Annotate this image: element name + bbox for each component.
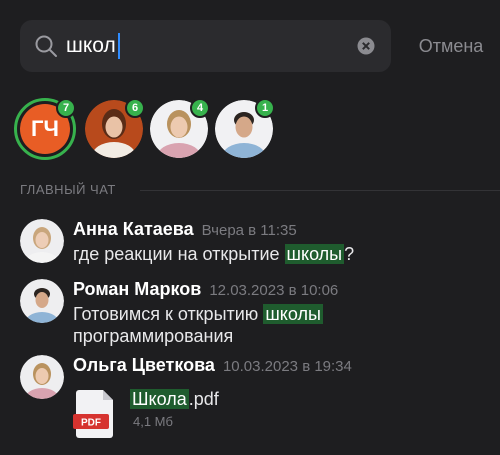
message-time: 12.03.2023 в 10:06 [209, 282, 339, 299]
unread-badge: 4 [190, 98, 210, 118]
contact-4[interactable]: 1 [213, 98, 275, 160]
section-divider [140, 190, 500, 191]
text-part: Готовимся к открытию [73, 304, 264, 324]
message-author: Ольга Цветкова [73, 355, 215, 375]
cancel-button[interactable]: Отмена [410, 33, 492, 59]
search-query-text: школ [66, 34, 116, 57]
message-time: 10.03.2023 в 19:34 [222, 358, 352, 375]
search-input[interactable]: школ [20, 20, 391, 72]
search-result-message[interactable]: Анна Катаева Вчера в 11:35 где реакции на… [20, 219, 490, 265]
search-icon [35, 35, 57, 57]
text-part: программирования [73, 326, 234, 346]
avatar [20, 279, 64, 323]
contacts-row: ГЧ 7 6 4 1 [14, 98, 284, 160]
message-header: Анна Катаева Вчера в 11:35 [73, 219, 297, 240]
pdf-file-icon[interactable]: PDF [73, 389, 117, 439]
unread-badge: 6 [125, 98, 145, 118]
section-title: ГЛАВНЫЙ ЧАТ [20, 182, 116, 197]
message-text: Готовимся к открытию школы программирова… [73, 303, 473, 347]
message-header: Ольга Цветкова 10.03.2023 в 19:34 [73, 355, 352, 376]
file-size: 4,1 Мб [133, 414, 173, 429]
message-header: Роман Марков 12.03.2023 в 10:06 [73, 279, 338, 300]
file-name[interactable]: Школа .pdf [130, 389, 219, 410]
search-result-message[interactable]: Роман Марков 12.03.2023 в 10:06 Готовимся… [20, 279, 490, 347]
search-match: школы [263, 304, 323, 324]
message-text: где реакции на открытие школы? [73, 243, 473, 265]
contact-2[interactable]: 6 [83, 98, 145, 160]
search-screen: школ Отмена ГЧ 7 6 4 1 ГЛАВНЫЙ ЧАТ Анна … [0, 0, 500, 455]
unread-badge: 1 [255, 98, 275, 118]
contact-gch[interactable]: ГЧ 7 [14, 98, 76, 160]
search-match: Школа [130, 389, 189, 409]
file-type-label: PDF [81, 418, 101, 429]
message-author: Роман Марков [73, 279, 202, 299]
message-author: Анна Катаева [73, 219, 194, 239]
message-time: Вчера в 11:35 [201, 222, 297, 239]
clear-icon[interactable] [357, 37, 375, 55]
search-row: школ Отмена [20, 20, 490, 72]
contact-3[interactable]: 4 [148, 98, 210, 160]
search-match: школы [284, 244, 345, 264]
unread-badge: 7 [56, 98, 76, 118]
text-caret [117, 33, 120, 59]
text-part: ? [344, 244, 355, 264]
search-query: школ [66, 33, 120, 59]
text-part: где реакции на открытие [73, 244, 285, 264]
file-extension: .pdf [188, 389, 219, 409]
avatar [20, 219, 64, 263]
search-result-message[interactable]: Ольга Цветкова 10.03.2023 в 19:34 PDF Шко… [20, 355, 490, 445]
avatar [20, 355, 64, 399]
